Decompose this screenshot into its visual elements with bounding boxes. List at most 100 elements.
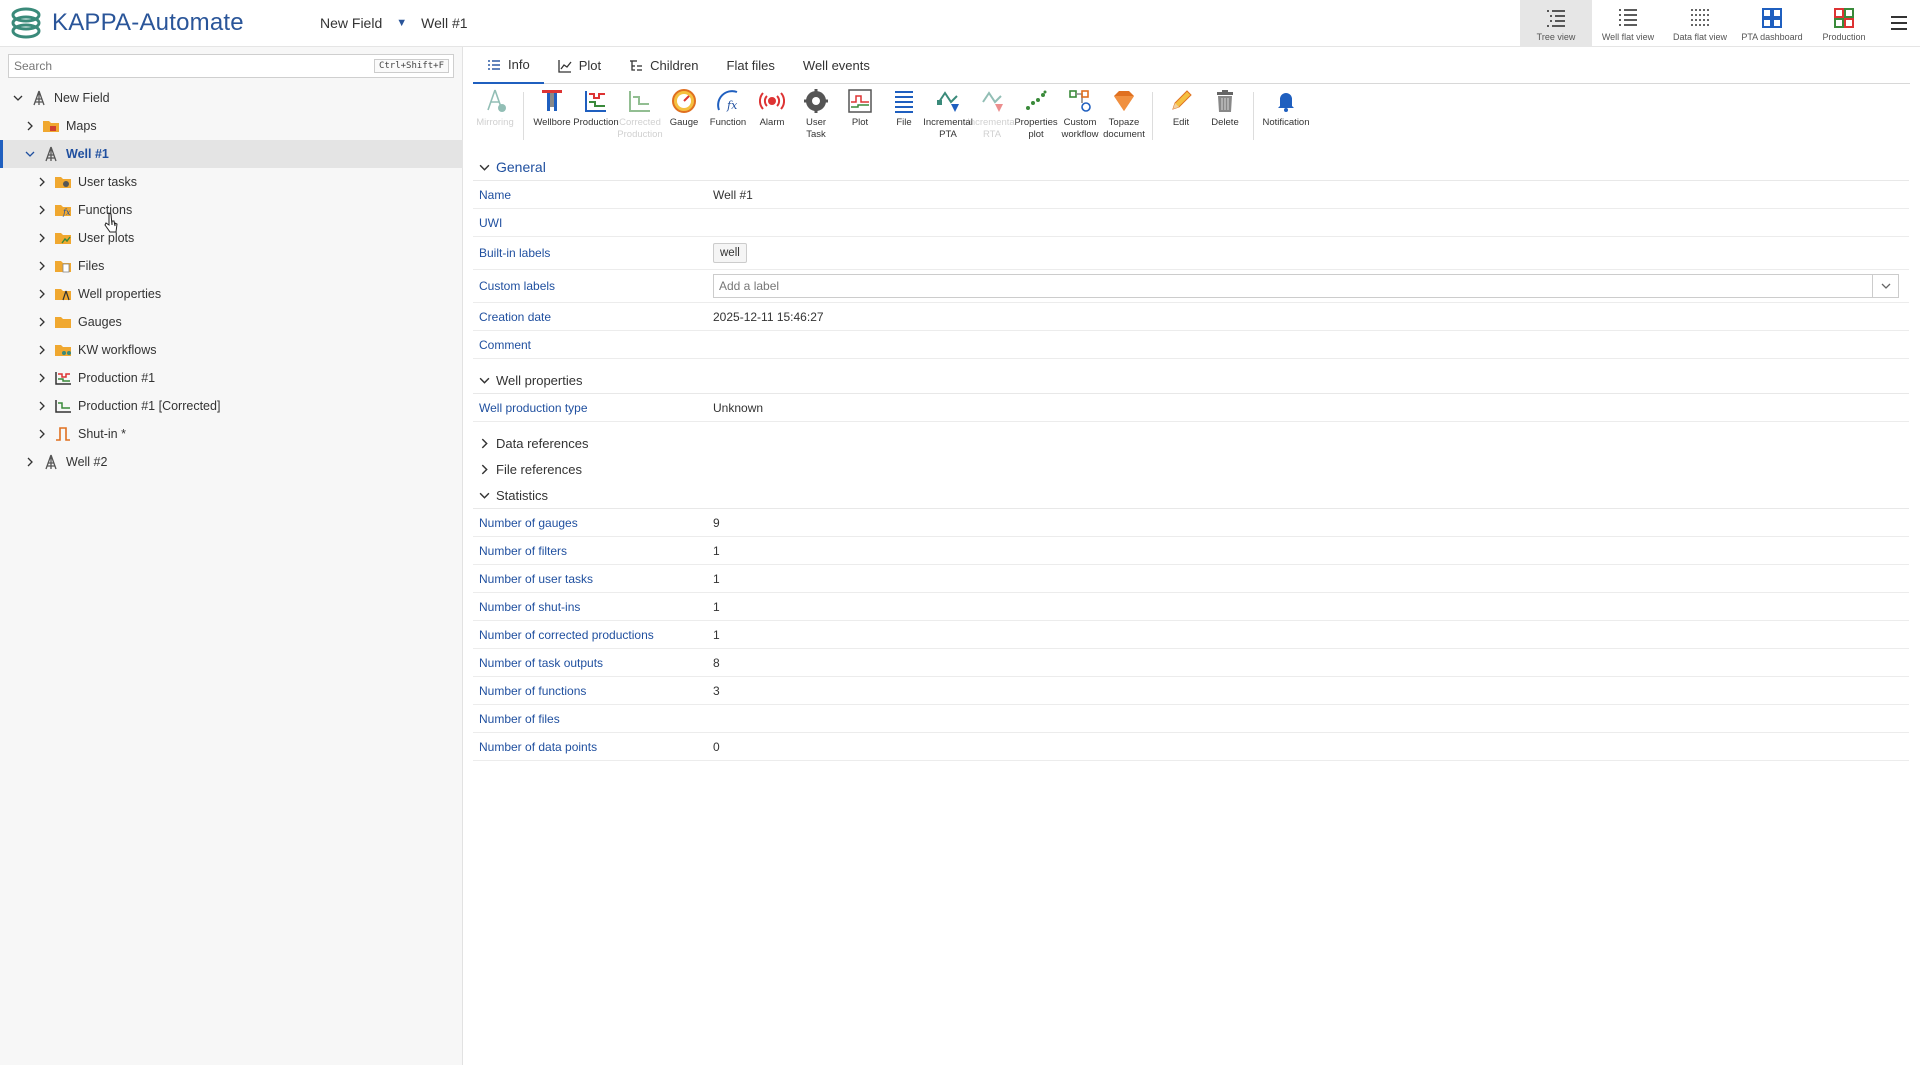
topaze-document-icon — [1114, 91, 1134, 111]
alarm-button[interactable]: Alarm — [750, 88, 794, 154]
svg-text:fx: fx — [62, 208, 71, 217]
hamburger-menu-icon[interactable] — [1888, 12, 1910, 34]
tree-node-label: Production #1 [Corrected] — [78, 399, 221, 413]
plot-button[interactable]: Plot — [838, 88, 882, 154]
well-icon — [42, 146, 60, 162]
chevron-right-icon[interactable] — [36, 372, 48, 384]
file-button[interactable]: File — [882, 88, 926, 154]
view-tree-button[interactable]: Tree view — [1520, 0, 1592, 47]
chevron-down-icon[interactable] — [24, 148, 36, 160]
hierarchy-icon — [630, 59, 643, 71]
folder-icon — [42, 118, 60, 134]
chevron-down-icon[interactable] — [1872, 275, 1898, 297]
tree-node-maps[interactable]: Maps — [0, 112, 463, 140]
chevron-down-icon[interactable] — [12, 92, 24, 104]
view-pta-dashboard-button[interactable]: PTA dashboard — [1736, 0, 1808, 47]
user-task-button[interactable]: User Task — [794, 88, 838, 154]
edit-button[interactable]: Edit — [1159, 88, 1203, 154]
chevron-right-icon[interactable] — [24, 120, 36, 132]
notification-icon — [1278, 93, 1294, 112]
tree-node-well-properties[interactable]: Well properties — [0, 280, 463, 308]
section-file-references-header[interactable]: File references — [475, 456, 1920, 482]
properties-plot-button[interactable]: Properties plot — [1014, 88, 1058, 154]
section-general-header[interactable]: General — [475, 154, 1920, 180]
tree-node-production-1-corrected[interactable]: Production #1 [Corrected] — [0, 392, 463, 420]
alarm-icon — [759, 92, 785, 110]
wellbore-button[interactable]: Wellbore — [530, 88, 574, 154]
chevron-right-icon[interactable] — [36, 260, 48, 272]
toolbar-separator — [523, 92, 524, 140]
tree-node-production-1[interactable]: Production #1 — [0, 364, 463, 392]
chevron-right-icon — [481, 438, 488, 448]
tab-children[interactable]: Children — [615, 47, 712, 84]
tree-node-field[interactable]: New Field — [0, 84, 463, 112]
production-button[interactable]: Production — [573, 88, 619, 154]
incremental-pta-button[interactable]: Incremental PTA — [923, 88, 973, 154]
corrected-production-icon — [54, 398, 72, 414]
chevron-right-icon[interactable] — [36, 232, 48, 244]
custom-labels-input[interactable]: Add a label — [713, 274, 1899, 298]
view-production-button[interactable]: Production — [1808, 0, 1880, 47]
tree-node-well-2[interactable]: Well #2 — [0, 448, 463, 476]
tree-node-files[interactable]: Files — [0, 252, 463, 280]
tab-well-events[interactable]: Well events — [789, 47, 884, 84]
line-chart-icon — [558, 59, 572, 73]
app-logo[interactable]: KAPPA-Automate — [8, 5, 298, 41]
top-bar: KAPPA-Automate New Field ▼ Well #1 Tree … — [0, 0, 1920, 47]
tree-node-shut-in[interactable]: Shut-in * — [0, 420, 463, 448]
tree-node-label: Well #1 — [66, 147, 109, 161]
section-statistics-header[interactable]: Statistics — [475, 482, 1920, 508]
chevron-right-icon[interactable] — [36, 316, 48, 328]
caret-down-icon[interactable]: ▼ — [396, 17, 407, 29]
delete-icon — [1217, 90, 1233, 112]
tree-node-kw-workflows[interactable]: KW workflows — [0, 336, 463, 364]
tree-node-label: Well properties — [78, 287, 162, 301]
chevron-right-icon[interactable] — [36, 344, 48, 356]
incremental-rta-button[interactable]: Incremental RTA — [967, 88, 1017, 154]
mirroring-button[interactable]: Mirroring — [473, 88, 517, 154]
corrected-production-button[interactable]: Corrected Production — [617, 88, 663, 154]
well-icon — [42, 454, 60, 470]
edit-icon — [1172, 90, 1192, 110]
tab-plot[interactable]: Plot — [544, 47, 615, 84]
table-row: Number of corrected productions 1 — [473, 621, 1909, 649]
general-row-comment: Comment — [473, 331, 1909, 359]
chevron-right-icon[interactable] — [24, 456, 36, 468]
builtin-label-badge: well — [713, 243, 747, 263]
production-icon — [54, 370, 72, 386]
section-well-properties-header[interactable]: Well properties — [475, 367, 1920, 393]
chevron-right-icon[interactable] — [36, 428, 48, 440]
breadcrumb-well[interactable]: Well #1 — [417, 15, 471, 31]
chevron-right-icon[interactable] — [36, 176, 48, 188]
custom-workflow-button[interactable]: Custom workflow — [1058, 88, 1102, 154]
tab-flat-files[interactable]: Flat files — [713, 47, 789, 84]
view-data-flat-button[interactable]: Data flat view — [1664, 0, 1736, 47]
table-row: Number of files — [473, 705, 1909, 733]
function-icon: fx — [717, 90, 738, 112]
tree-node-gauges[interactable]: Gauges — [0, 308, 463, 336]
tree-node-user-tasks[interactable]: User tasks — [0, 168, 463, 196]
chevron-right-icon[interactable] — [36, 204, 48, 216]
view-well-flat-button[interactable]: Well flat view — [1592, 0, 1664, 47]
function-button[interactable]: fx Function — [706, 88, 750, 154]
topaze-document-button[interactable]: Topaze document — [1102, 88, 1146, 154]
view-tree-label: Tree view — [1536, 31, 1576, 42]
tree-node-functions[interactable]: fx Functions — [0, 196, 463, 224]
notification-button[interactable]: Notification — [1260, 88, 1312, 154]
wellbore-icon — [542, 90, 562, 111]
chevron-right-icon[interactable] — [36, 288, 48, 300]
chevron-right-icon[interactable] — [36, 400, 48, 412]
gauge-button[interactable]: Gauge — [662, 88, 706, 154]
pta-dashboard-icon — [1762, 7, 1782, 28]
tree-node-well-1[interactable]: Well #1 — [0, 140, 463, 168]
search-input[interactable] — [9, 59, 374, 73]
tree-node-label: Files — [78, 259, 105, 273]
tree-node-label: User tasks — [78, 175, 138, 189]
general-row-uwi: UWI — [473, 209, 1909, 237]
breadcrumb-field[interactable]: New Field — [316, 15, 386, 31]
tree-node-user-plots[interactable]: User plots — [0, 224, 463, 252]
delete-button[interactable]: Delete — [1203, 88, 1247, 154]
section-data-references-header[interactable]: Data references — [475, 430, 1920, 456]
user-tasks-folder-icon — [54, 174, 72, 190]
tab-info[interactable]: Info — [473, 47, 544, 84]
